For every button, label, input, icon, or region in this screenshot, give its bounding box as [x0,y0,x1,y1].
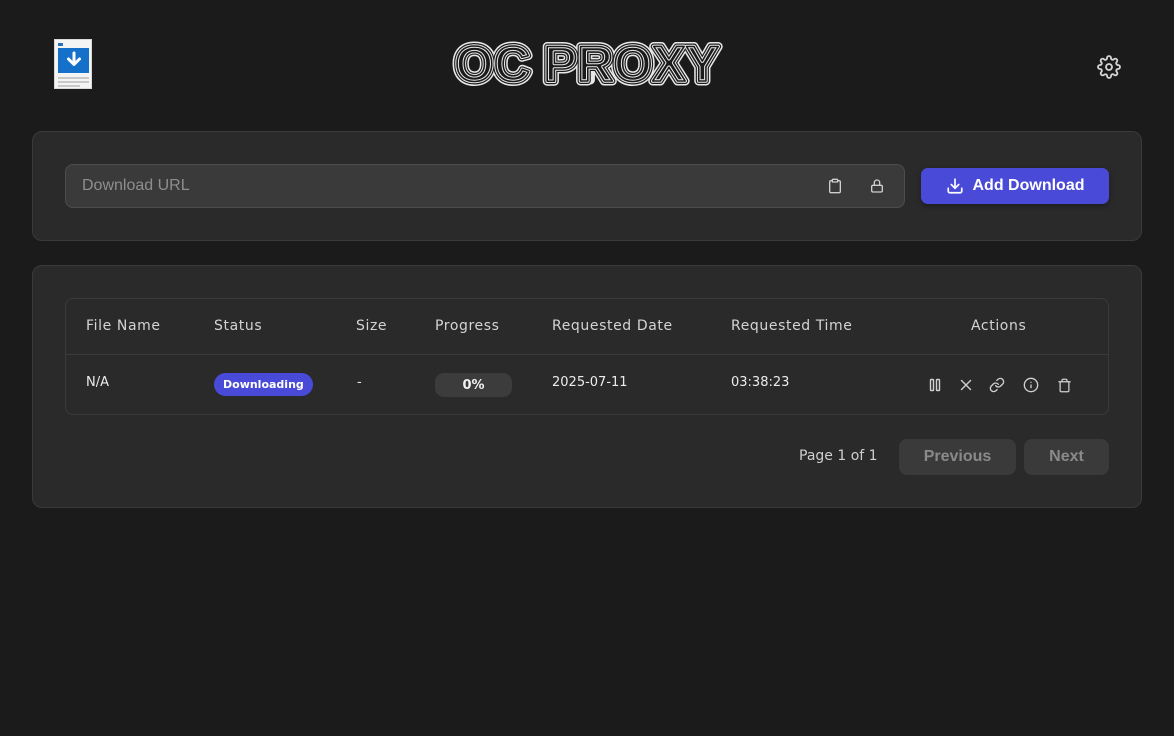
downloads-card: File Name Status Size Progress Requested… [32,265,1142,508]
progress-bar: 0% [435,373,512,397]
url-card: Add Download [32,131,1142,241]
column-header-status[interactable]: Status [214,318,262,334]
previous-page-button[interactable]: Previous [899,439,1016,475]
progress-text: 0% [462,377,485,393]
url-field-container [65,164,905,208]
info-icon [1023,377,1039,393]
column-header-progress[interactable]: Progress [435,318,500,334]
lock-button[interactable] [867,176,887,196]
clipboard-icon [829,178,841,194]
column-header-actions: Actions [971,318,1027,334]
downloads-table: File Name Status Size Progress Requested… [65,298,1109,415]
download-url-input[interactable] [66,165,806,207]
cell-size: - [357,375,362,390]
paste-button[interactable] [825,176,845,196]
info-button[interactable] [1022,376,1040,394]
cell-requested-date: 2025-07-11 [552,375,628,390]
lock-icon [871,179,883,193]
add-download-label: Add Download [972,177,1085,194]
cell-file-name: N/A [86,375,109,390]
column-header-requested-time[interactable]: Requested Time [731,318,852,334]
column-header-requested-date[interactable]: Requested Date [552,318,673,334]
next-page-button[interactable]: Next [1024,439,1109,475]
pause-button[interactable] [926,376,944,394]
column-header-file-name[interactable]: File Name [86,318,161,334]
gear-icon [1097,55,1121,79]
table-header: File Name Status Size Progress Requested… [66,299,1108,355]
cancel-button[interactable] [957,376,975,394]
trash-icon [1057,378,1071,392]
settings-button[interactable] [1096,54,1122,80]
page-indicator: Page 1 of 1 [799,448,878,464]
link-icon [989,377,1005,393]
brand-ring-3: OC PROXY [455,36,719,90]
brand-title: . OC PROXY OC PROXY OC PROXY OC PROXY [0,34,1174,90]
copy-link-button[interactable] [988,376,1006,394]
cancel-icon [960,379,972,391]
column-header-size[interactable]: Size [356,318,387,334]
add-download-button[interactable]: Add Download [921,168,1109,204]
table-row: N/A Downloading - 0% 2025-07-11 03:38:23 [66,355,1108,414]
cell-requested-time: 03:38:23 [731,375,790,390]
status-badge: Downloading [214,373,313,396]
pause-icon [929,378,941,392]
delete-button[interactable] [1055,376,1073,394]
download-icon [946,178,963,194]
